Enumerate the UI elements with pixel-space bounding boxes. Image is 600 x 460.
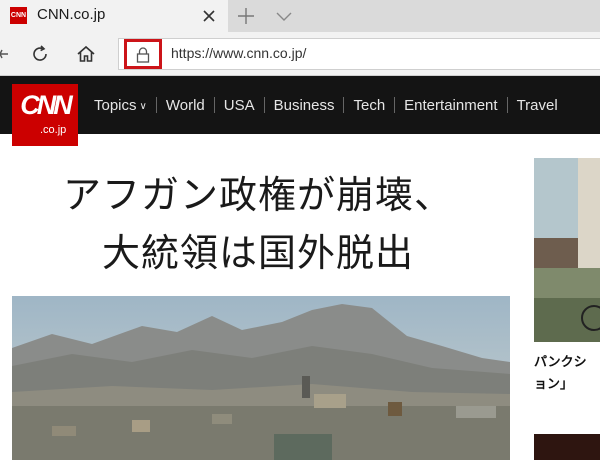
close-icon[interactable] <box>200 7 218 25</box>
url-text[interactable]: https://www.cnn.co.jp/ <box>171 45 306 61</box>
nav-separator <box>155 97 157 113</box>
nav-item-label: Travel <box>516 96 558 114</box>
nav-item-label: Topics <box>94 96 137 114</box>
side-caption-line-1: パンクシ <box>534 355 587 370</box>
side-story-image-2[interactable] <box>534 434 600 460</box>
logo-text: CNN <box>20 90 73 120</box>
cnn-favicon-icon: CNN <box>10 7 27 24</box>
chevron-down-icon[interactable] <box>274 8 294 24</box>
browser-toolbar: https://www.cnn.co.jp/ <box>0 32 600 76</box>
tab-cnn[interactable]: CNN CNN.co.jp <box>0 0 228 32</box>
nav-item-topics[interactable]: Topics ∨ <box>94 97 153 114</box>
lock-highlight-box <box>124 39 162 69</box>
nav-item-entertainment[interactable]: Entertainment <box>398 97 503 114</box>
side-caption-line-2: ョン」 <box>534 377 574 392</box>
cnn-logo[interactable]: CNN .co.jp <box>12 84 78 146</box>
main-headline[interactable]: アフガン政権が崩壊、 大統領は国外脱出 <box>14 166 502 282</box>
nav-item-travel[interactable]: Travel <box>511 97 564 114</box>
headline-line-1: アフガン政権が崩壊、 <box>62 173 453 217</box>
nav-item-world[interactable]: World <box>160 97 211 114</box>
hero-image[interactable] <box>12 296 510 460</box>
nav-separator <box>394 97 396 113</box>
main-nav: Topics ∨ World USA Business Tech Entertainment… <box>94 76 564 134</box>
site-header: Topics ∨ World USA Business Tech Entertainment… <box>0 76 600 134</box>
tab-strip: CNN CNN.co.jp <box>0 0 600 32</box>
nav-item-business[interactable]: Business <box>268 97 341 114</box>
lock-icon[interactable] <box>136 47 150 63</box>
nav-separator <box>506 97 508 113</box>
nav-item-label: World <box>165 96 205 114</box>
logo-subtext: .co.jp <box>40 124 67 136</box>
nav-item-label: Tech <box>353 96 386 114</box>
address-bar[interactable]: https://www.cnn.co.jp/ <box>118 38 600 70</box>
back-arrow-icon[interactable] <box>0 44 10 64</box>
nav-item-label: Entertainment <box>404 96 498 114</box>
nav-separator <box>343 97 345 113</box>
nav-separator <box>213 97 215 113</box>
nav-item-usa[interactable]: USA <box>218 97 261 114</box>
chevron-down-icon: ∨ <box>139 100 147 112</box>
nav-separator <box>263 97 265 113</box>
nav-item-tech[interactable]: Tech <box>347 97 391 114</box>
new-tab-icon[interactable] <box>236 6 256 26</box>
side-story-caption[interactable]: パンクシ ョン」 <box>534 352 600 396</box>
home-icon[interactable] <box>74 42 98 66</box>
headline-line-2: 大統領は国外脱出 <box>101 231 414 275</box>
tab-title: CNN.co.jp <box>37 6 106 23</box>
side-story-image[interactable] <box>534 158 600 342</box>
nav-item-label: Business <box>273 96 335 114</box>
nav-item-label: USA <box>223 96 255 114</box>
refresh-icon[interactable] <box>28 42 52 66</box>
